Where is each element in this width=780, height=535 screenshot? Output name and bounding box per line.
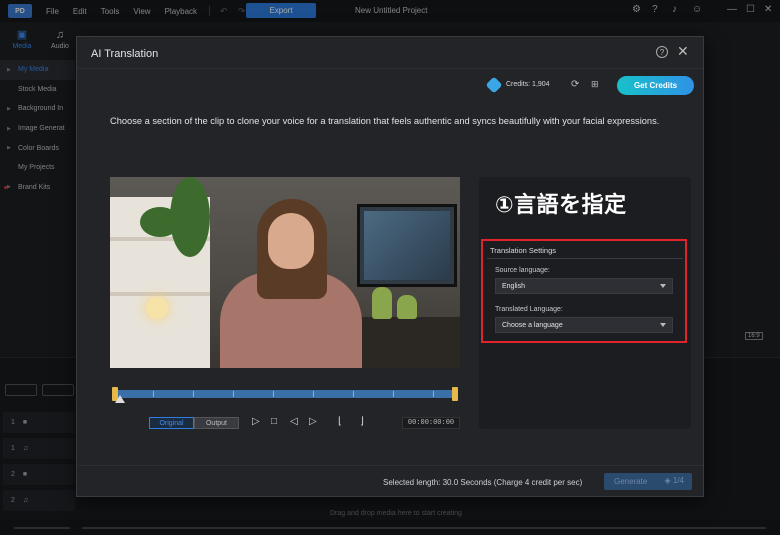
instructions-text: Choose a section of the clip to clone yo… [110,116,660,126]
settings-divider [487,258,683,259]
translated-language-select[interactable]: Choose a language [495,317,673,333]
chevron-down-icon [660,284,666,288]
person-face [268,213,314,269]
mark-out-icon[interactable]: ⌋ [360,416,364,427]
mark-in-icon[interactable]: ⌊ [338,416,342,427]
tick-mark [233,391,234,397]
translated-language-label: Translated Language: [495,306,563,313]
cactus-image [397,295,417,319]
annotation-callout: ①言語を指定 [495,193,627,218]
credits-count: Credits: 1,904 [506,81,550,88]
video-preview [110,177,460,368]
ai-translation-dialog: AI Translation ? ✕ Credits: 1,904 ⟳ ⊞ Ge… [76,36,704,497]
generate-button[interactable]: Generate ◈ 1/4 [604,473,692,490]
original-toggle[interactable]: Original [149,417,194,429]
help-icon[interactable]: ? [656,46,668,58]
source-language-value: English [502,282,525,290]
settings-title: Translation Settings [490,246,557,255]
generate-label: Generate [614,477,648,486]
timecode-display: 00:00:00:00 [402,417,460,429]
chevron-down-icon [660,323,666,327]
playhead-marker[interactable] [115,395,125,403]
cactus-image [372,287,392,319]
previous-frame-icon[interactable]: ◁ [290,416,298,427]
selected-length-text: Selected length: 30.0 Seconds (Charge 4 … [383,478,583,487]
tick-mark [193,391,194,397]
plant-image [170,177,210,257]
monitor-image [357,204,457,287]
stop-icon[interactable]: □ [271,416,277,427]
get-credits-button[interactable]: Get Credits [617,76,694,95]
tick-mark [393,391,394,397]
refresh-icon[interactable]: ⟳ [571,79,579,90]
dialog-title: AI Translation [91,48,159,60]
credits-cost-icon: ◈ 1/4 [664,476,685,485]
credits-icon [485,76,503,94]
dialog-header: AI Translation ? ✕ [77,37,703,69]
monitor-screen [364,211,450,280]
lamp-image [146,297,168,319]
output-toggle[interactable]: Output [194,417,239,429]
source-language-label: Source language: [495,267,550,274]
tick-mark [353,391,354,397]
tick-mark [313,391,314,397]
tick-mark [273,391,274,397]
tick-mark [153,391,154,397]
shelf-board [110,292,210,296]
next-frame-icon[interactable]: ▷ [309,416,317,427]
translated-language-value: Choose a language [502,321,563,329]
clip-range-bar[interactable] [113,390,458,398]
close-icon[interactable]: ✕ [677,43,689,60]
tick-mark [433,391,434,397]
source-language-select[interactable]: English [495,278,673,294]
gift-icon[interactable]: ⊞ [591,79,599,90]
play-icon[interactable]: ▷ [252,416,260,427]
app-window: PD File Edit Tools View Playback ↶ ↷ Exp… [0,0,780,535]
range-end-handle[interactable] [452,387,458,401]
